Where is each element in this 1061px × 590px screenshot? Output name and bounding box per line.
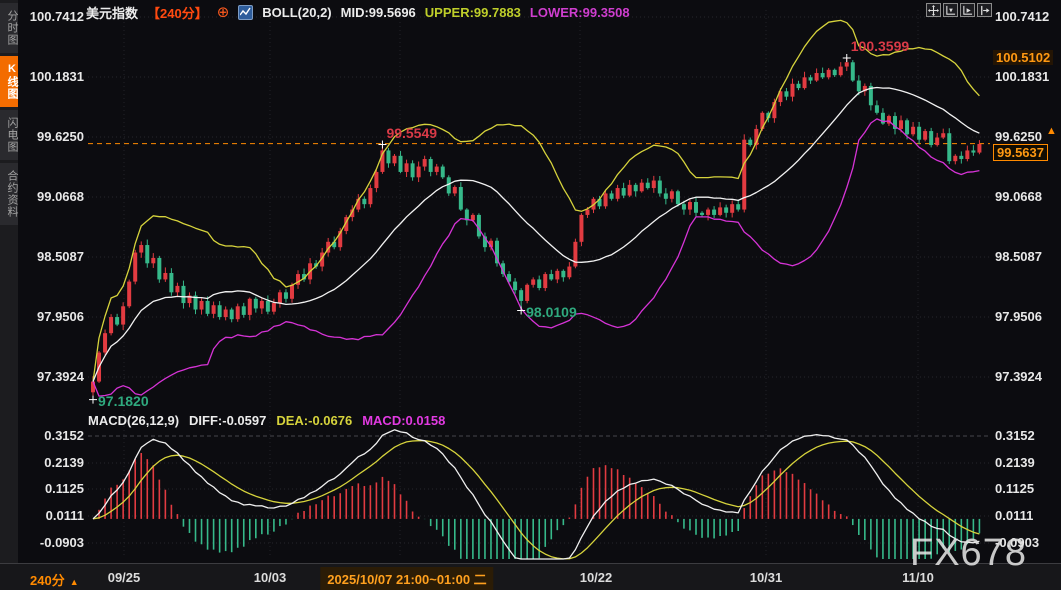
price-tick: 100.7412 [995, 10, 1059, 24]
date-label: 10/31 [750, 570, 783, 585]
macd-value: MACD:0.0158 [362, 413, 445, 428]
sidebar-item-lightning[interactable]: 闪电图 [0, 110, 18, 160]
chart-type-sidebar: 分时图 K线图 闪电图 合约资料 [0, 0, 18, 563]
boll-lower-value: LOWER:99.3508 [530, 5, 630, 20]
macd-dea-value: DEA:-0.0676 [276, 413, 352, 428]
jump-to-end-icon[interactable] [977, 3, 992, 17]
trading-chart-app: 分时图 K线图 闪电图 合约资料 美元指数 【240分】 ⊕ BOLL(20,2… [0, 0, 1061, 590]
macd-tick: 0.1125 [995, 482, 1059, 496]
session-high-badge: 100.5102 [993, 50, 1053, 65]
macd-tick: -0.0903 [20, 536, 84, 550]
macd-tick: 0.0111 [20, 509, 84, 523]
macd-tick: 0.2139 [20, 456, 84, 470]
add-indicator-icon[interactable]: ⊕ [217, 6, 230, 19]
price-tick: 100.1831 [20, 70, 84, 84]
chart-legend: 美元指数 【240分】 ⊕ BOLL(20,2) MID:99.5696 UPP… [86, 4, 630, 21]
price-tick: 97.9506 [995, 310, 1059, 324]
period-dropdown-arrow-icon: ▲ [70, 577, 79, 587]
boll-upper-value: UPPER:99.7883 [425, 5, 521, 20]
fx678-watermark: FX678 [910, 532, 1027, 575]
macd-tick: 0.3152 [20, 429, 84, 443]
price-tick: 97.3924 [20, 370, 84, 384]
price-annotation-low: 98.0109 [526, 304, 577, 320]
sidebar-item-contract-info[interactable]: 合约资料 [0, 163, 18, 225]
crosshair-date-label: 2025/10/07 21:00~01:00 二 [320, 567, 493, 590]
price-annotation-low: 97.1820 [98, 393, 149, 409]
price-tick: 98.5087 [995, 250, 1059, 264]
chart-canvas[interactable] [0, 0, 1061, 590]
boll-mid-value: MID:99.5696 [341, 5, 416, 20]
price-tick: 97.3924 [995, 370, 1059, 384]
price-tick: 98.5087 [20, 250, 84, 264]
macd-title: MACD(26,12,9) [88, 413, 179, 428]
date-label: 10/03 [254, 570, 287, 585]
period-label: 【240分】 [147, 3, 208, 22]
date-label: 10/22 [580, 570, 613, 585]
price-tick: 100.7412 [20, 10, 84, 24]
play-forward-icon[interactable] [960, 3, 975, 17]
macd-tick: 0.1125 [20, 482, 84, 496]
price-tick: 99.6250 [20, 130, 84, 144]
date-label: 09/25 [108, 570, 141, 585]
macd-tick: 0.3152 [995, 429, 1059, 443]
time-axis-bar: 240分▲ 09/25 10/03 2025/10/07 21:00~01:00… [0, 563, 1061, 590]
price-annotation-high: 99.5549 [386, 125, 437, 141]
macd-legend: MACD(26,12,9) DIFF:-0.0597 DEA:-0.0676 M… [88, 413, 445, 428]
sidebar-item-timeshare[interactable]: 分时图 [0, 3, 18, 53]
macd-diff-value: DIFF:-0.0597 [189, 413, 266, 428]
current-price-badge: 99.5637 [993, 144, 1048, 161]
move-chart-icon[interactable] [926, 3, 941, 17]
indicator-icon[interactable] [238, 5, 253, 20]
macd-tick: 0.0111 [995, 509, 1059, 523]
symbol-title: 美元指数 [86, 3, 138, 22]
price-tick: 99.0668 [995, 190, 1059, 204]
chart-toolbar [926, 3, 992, 17]
period-selector[interactable]: 240分▲ [30, 570, 79, 589]
price-tick: 97.9506 [20, 310, 84, 324]
latest-price-arrow-icon[interactable]: ▲ [1046, 125, 1057, 137]
macd-tick: 0.2139 [995, 456, 1059, 470]
price-tick: 100.1831 [995, 70, 1059, 84]
axis-scale-icon[interactable] [943, 3, 958, 17]
boll-label: BOLL(20,2) [262, 5, 331, 20]
price-annotation-high: 100.3599 [851, 38, 909, 54]
sidebar-item-kline[interactable]: K线图 [0, 56, 18, 107]
price-tick: 99.0668 [20, 190, 84, 204]
